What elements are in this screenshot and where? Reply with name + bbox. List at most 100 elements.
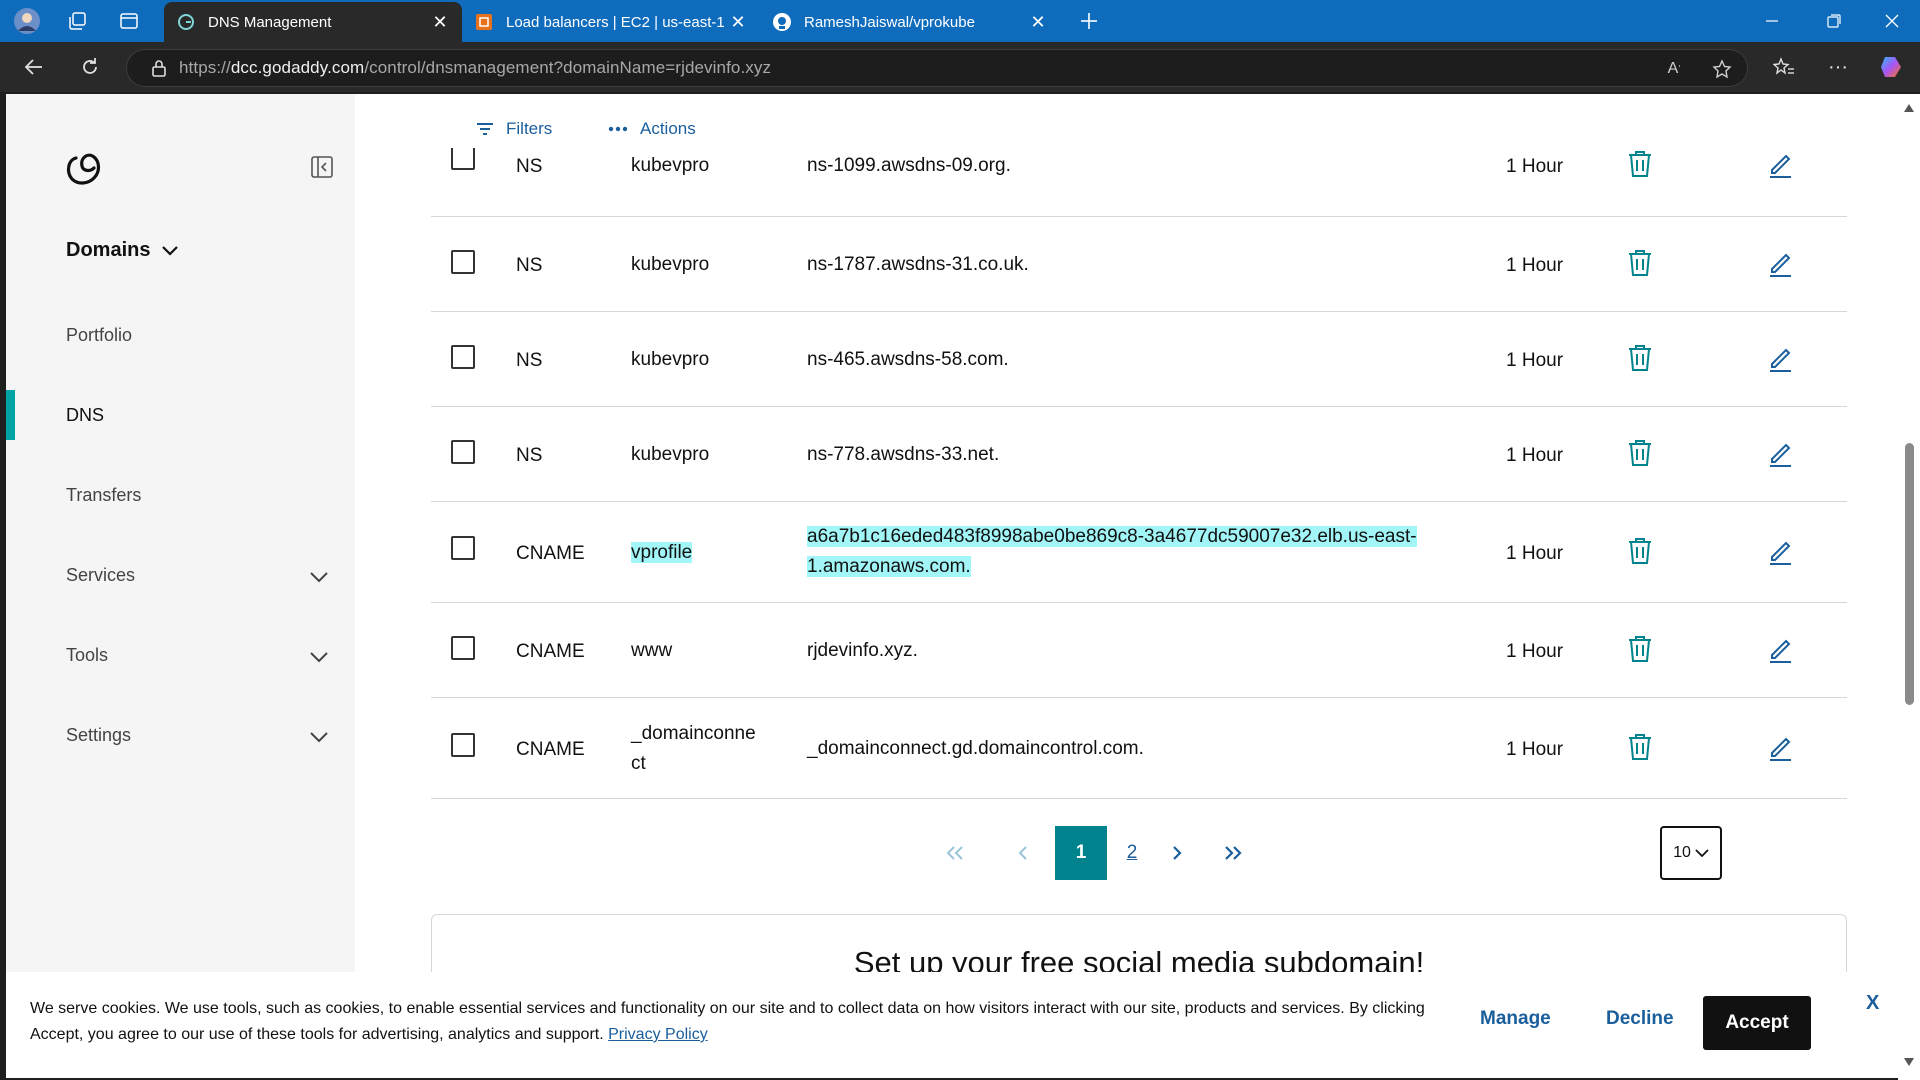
more-options-icon[interactable]: ··· — [1820, 50, 1856, 84]
chevron-down-icon — [162, 245, 179, 256]
edit-pencil-icon[interactable] — [1767, 344, 1795, 374]
record-name-line: _domainconne — [631, 723, 756, 744]
row-checkbox[interactable] — [451, 146, 475, 170]
minimize-icon[interactable] — [1744, 0, 1800, 42]
back-arrow-icon[interactable] — [16, 50, 52, 84]
refresh-icon[interactable] — [72, 50, 108, 84]
copilot-icon[interactable] — [1874, 50, 1910, 84]
lock-icon[interactable] — [139, 59, 179, 77]
tab-title: Load balancers | EC2 | us-east-1 — [506, 13, 725, 31]
record-type: CNAME — [516, 739, 585, 760]
accept-button[interactable]: Accept — [1703, 996, 1811, 1050]
row-checkbox[interactable] — [451, 345, 475, 369]
tab-dns-management[interactable]: DNS Management ✕ — [164, 2, 462, 42]
record-name-text: vprofile — [631, 542, 693, 563]
manage-button[interactable]: Manage — [1480, 1008, 1551, 1030]
decline-button[interactable]: Decline — [1606, 1008, 1674, 1030]
edit-pencil-icon[interactable] — [1767, 537, 1795, 567]
edit-pencil-icon[interactable] — [1767, 635, 1795, 665]
godaddy-logo-icon[interactable] — [64, 152, 102, 191]
domains-menu[interactable]: Domains — [66, 239, 179, 262]
trash-icon[interactable] — [1627, 249, 1655, 279]
record-type: NS — [516, 255, 543, 276]
prev-page-icon[interactable] — [1003, 826, 1043, 880]
new-tab-icon[interactable] — [1074, 6, 1104, 36]
close-tab-icon[interactable]: ✕ — [728, 12, 748, 33]
url-input[interactable]: https://dcc.godaddy.com/control/dnsmanag… — [126, 49, 1748, 87]
edit-pencil-icon[interactable] — [1767, 249, 1795, 279]
workspaces-icon[interactable] — [62, 6, 92, 36]
row-checkbox[interactable] — [451, 250, 475, 274]
scrollbar-thumb[interactable] — [1905, 443, 1914, 705]
record-ttl: 1 Hour — [1506, 641, 1564, 662]
restore-icon[interactable] — [1806, 0, 1862, 42]
trash-icon[interactable] — [1627, 635, 1655, 665]
sidebar-item-services[interactable]: Services — [66, 565, 135, 586]
last-page-icon[interactable] — [1213, 826, 1253, 880]
active-nav-indicator — [6, 390, 15, 440]
record-type: NS — [516, 445, 543, 466]
close-window-icon[interactable] — [1864, 0, 1920, 42]
page-size-select[interactable]: 10 — [1660, 826, 1722, 880]
row-checkbox[interactable] — [451, 536, 475, 560]
pagination: 1 2 10 — [355, 826, 1898, 880]
page-current[interactable]: 1 — [1055, 826, 1107, 880]
edit-pencil-icon[interactable] — [1767, 150, 1795, 180]
browser-address-bar: https://dcc.godaddy.com/control/dnsmanag… — [0, 42, 1920, 92]
aws-icon — [474, 12, 494, 32]
tab-title: DNS Management — [208, 13, 332, 31]
page-2-link[interactable]: 2 — [1117, 826, 1147, 880]
favorites-icon[interactable] — [1766, 50, 1802, 84]
record-value: ns-1787.awsdns-31.co.uk. — [807, 254, 1029, 275]
edit-pencil-icon[interactable] — [1767, 439, 1795, 469]
row-checkbox[interactable] — [451, 636, 475, 660]
chevron-down-icon[interactable] — [310, 570, 328, 588]
trash-icon[interactable] — [1627, 344, 1655, 374]
close-banner-button[interactable]: X — [1866, 992, 1879, 1015]
record-name-line: ct — [631, 753, 646, 774]
chevron-down-icon — [1695, 848, 1709, 857]
records-toolbar: Filters Actions — [355, 94, 1898, 148]
url-text: https://dcc.godaddy.com/control/dnsmanag… — [179, 58, 772, 77]
trash-icon[interactable] — [1627, 439, 1655, 469]
scroll-up-icon[interactable] — [1904, 104, 1914, 112]
row-checkbox[interactable] — [451, 733, 475, 757]
table-row: CNAME www rjdevinfo.xyz. 1 Hour — [431, 603, 1847, 698]
actions-button[interactable]: Actions — [608, 119, 696, 139]
filters-button[interactable]: Filters — [476, 119, 552, 139]
tab-load-balancers[interactable]: Load balancers | EC2 | us-east-1 ✕ — [462, 2, 760, 42]
record-value: ns-1099.awsdns-09.org. — [807, 155, 1011, 176]
domains-label: Domains — [66, 239, 151, 261]
record-value-line: a6a7b1c16eded483f8998abe0be869c8-3a4677d… — [807, 526, 1417, 547]
trash-icon[interactable] — [1627, 537, 1655, 567]
more-horizontal-icon — [608, 126, 628, 132]
close-tab-icon[interactable]: ✕ — [1028, 12, 1048, 33]
read-aloud-icon[interactable]: Aʼ — [1661, 56, 1687, 82]
record-name: kubevpro — [631, 254, 710, 275]
sidebar-item-tools[interactable]: Tools — [66, 645, 108, 666]
next-page-icon[interactable] — [1157, 826, 1197, 880]
favorite-star-icon[interactable] — [1709, 56, 1735, 82]
vertical-tabs-icon[interactable] — [114, 6, 144, 36]
chevron-down-icon[interactable] — [310, 730, 328, 748]
table-row: NS kubevpro ns-465.awsdns-58.com. 1 Hour — [431, 312, 1847, 407]
sidebar-item-settings[interactable]: Settings — [66, 725, 131, 746]
first-page-icon[interactable] — [935, 826, 975, 880]
page-content: Domains Portfolio DNS Transfers Services… — [6, 94, 1898, 1078]
edit-pencil-icon[interactable] — [1767, 733, 1795, 763]
chevron-down-icon[interactable] — [310, 650, 328, 668]
sidebar-item-portfolio[interactable]: Portfolio — [66, 325, 132, 346]
row-checkbox[interactable] — [451, 440, 475, 464]
record-ttl: 1 Hour — [1506, 255, 1564, 276]
sidebar-item-dns[interactable]: DNS — [66, 405, 104, 426]
trash-icon[interactable] — [1627, 150, 1655, 180]
sidebar-item-transfers[interactable]: Transfers — [66, 485, 141, 506]
table-row: CNAME vprofile a6a7b1c16eded483f8998abe0… — [431, 502, 1847, 603]
collapse-sidebar-icon[interactable] — [311, 156, 333, 183]
trash-icon[interactable] — [1627, 733, 1655, 763]
close-tab-icon[interactable]: ✕ — [430, 12, 450, 33]
profile-avatar-icon[interactable] — [12, 6, 42, 36]
scroll-down-icon[interactable] — [1904, 1058, 1914, 1066]
privacy-policy-link[interactable]: Privacy Policy — [608, 1026, 708, 1043]
tab-github[interactable]: RameshJaiswal/vprokube ✕ — [760, 2, 1060, 42]
